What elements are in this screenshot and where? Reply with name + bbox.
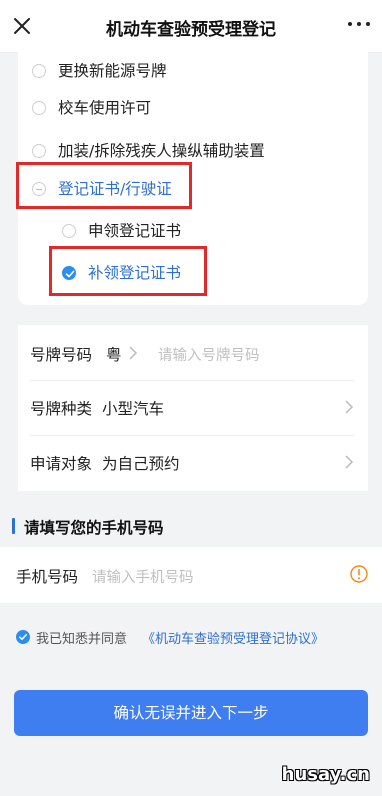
plate-type-label: 号牌种类 — [30, 400, 93, 418]
plate-number-label: 号牌号码 — [30, 346, 93, 364]
submit-button[interactable]: 确认无误并进入下一步 — [14, 690, 368, 736]
option-label: 加装/拆除残疾人操纵辅助装置 — [58, 142, 265, 160]
chevron-right-icon — [345, 400, 354, 414]
plate-type-value: 小型汽车 — [102, 400, 165, 418]
radio-unchecked-icon — [32, 101, 46, 115]
watermark: husay.cn — [281, 764, 370, 785]
plate-type-row[interactable]: 号牌种类 小型汽车 — [30, 381, 354, 435]
highlight-box — [16, 162, 192, 209]
agreement-text: 我已知悉并同意 — [36, 632, 128, 647]
plate-province-select[interactable]: 粤 — [106, 343, 122, 365]
radio-unchecked-icon — [32, 64, 46, 78]
more-icon[interactable] — [348, 22, 370, 28]
vehicle-info-form: 号牌号码 粤 请输入号牌号码 号牌种类 小型汽车 申请对象 为自己预约 — [18, 325, 368, 491]
page-title: 机动车查验预受理登记 — [106, 20, 276, 40]
agreement-checkbox[interactable] — [16, 630, 30, 644]
radio-unchecked-icon — [62, 224, 76, 238]
section-accent-bar — [12, 518, 15, 534]
applicant-row[interactable]: 申请对象 为自己预约 — [30, 436, 354, 490]
highlight-box — [49, 246, 207, 296]
radio-unchecked-icon — [32, 144, 46, 158]
chevron-right-icon — [345, 455, 354, 469]
warning-icon[interactable] — [350, 565, 368, 583]
phone-label: 手机号码 — [16, 568, 79, 586]
chevron-right-icon — [129, 346, 138, 360]
applicant-label: 申请对象 — [30, 455, 93, 473]
agreement-link[interactable]: 《机动车查验预受理登记协议》 — [142, 628, 324, 647]
top-bar: 机动车查验预受理登记 — [0, 0, 382, 53]
applicant-value: 为自己预约 — [102, 455, 180, 473]
option-label: 申领登记证书 — [88, 222, 182, 240]
phone-row[interactable]: 手机号码 请输入手机号码 — [0, 547, 382, 603]
plate-number-input[interactable]: 请输入号牌号码 — [158, 344, 260, 365]
option-label: 更换新能源号牌 — [58, 62, 167, 80]
option-label: 校车使用许可 — [58, 99, 152, 117]
section-title: 请填写您的手机号码 — [24, 519, 164, 537]
phone-input[interactable]: 请输入手机号码 — [92, 566, 194, 587]
plate-number-row[interactable]: 号牌号码 粤 请输入号牌号码 — [30, 327, 354, 381]
